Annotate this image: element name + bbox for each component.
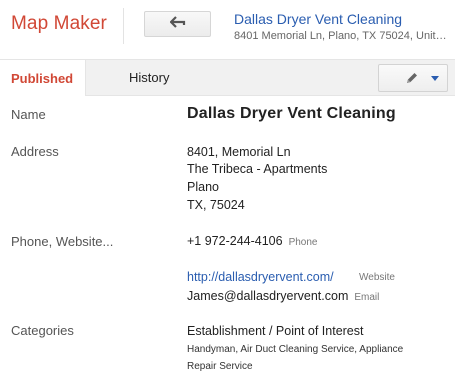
website-tag: Website bbox=[359, 272, 395, 283]
address-line: Plano bbox=[187, 180, 219, 194]
address-line: The Tribeca - Apartments bbox=[187, 162, 328, 176]
email-value: James@dallasdryervent.com bbox=[187, 289, 349, 303]
website-row: http://dallasdryervent.com/ bbox=[187, 270, 334, 284]
website-link[interactable]: http://dallasdryervent.com/ bbox=[187, 270, 334, 284]
place-name-value: Dallas Dryer Vent Cleaning bbox=[187, 105, 396, 122]
tab-published[interactable]: Published bbox=[0, 59, 86, 96]
edit-button[interactable] bbox=[378, 64, 448, 92]
place-title-link[interactable]: Dallas Dryer Vent Cleaning bbox=[234, 11, 402, 27]
app-brand[interactable]: Map Maker bbox=[11, 13, 107, 35]
arrow-left-icon bbox=[168, 15, 186, 33]
categories-label: Categories bbox=[11, 323, 74, 338]
category-secondary: Handyman, Air Duct Cleaning Service, App… bbox=[187, 344, 404, 355]
top-header: Map Maker Dallas Dryer Vent Cleaning 840… bbox=[0, 0, 455, 54]
email-tag: Email bbox=[354, 292, 380, 303]
email-row: James@dallasdryervent.com Email bbox=[187, 289, 379, 303]
place-address-subtitle: 8401 Memorial Ln, Plano, TX 75024, Unite… bbox=[234, 30, 448, 42]
tab-bar: Published History bbox=[0, 59, 455, 96]
address-line: TX, 75024 bbox=[187, 198, 245, 212]
category-secondary: Repair Service bbox=[187, 361, 253, 372]
phone-value: +1 972-244-4106 bbox=[187, 234, 283, 248]
name-label: Name bbox=[11, 107, 46, 122]
phone-row: +1 972-244-4106 Phone bbox=[187, 234, 318, 248]
tab-history[interactable]: History bbox=[129, 70, 169, 85]
header-divider bbox=[123, 8, 124, 44]
back-button[interactable] bbox=[144, 11, 211, 37]
phone-tag: Phone bbox=[288, 237, 318, 248]
caret-down-icon bbox=[431, 76, 439, 81]
address-label: Address bbox=[11, 144, 59, 159]
category-primary: Establishment / Point of Interest bbox=[187, 324, 364, 338]
phone-website-label: Phone, Website... bbox=[11, 234, 114, 249]
pencil-icon bbox=[405, 71, 419, 90]
address-line: 8401, Memorial Ln bbox=[187, 145, 291, 159]
